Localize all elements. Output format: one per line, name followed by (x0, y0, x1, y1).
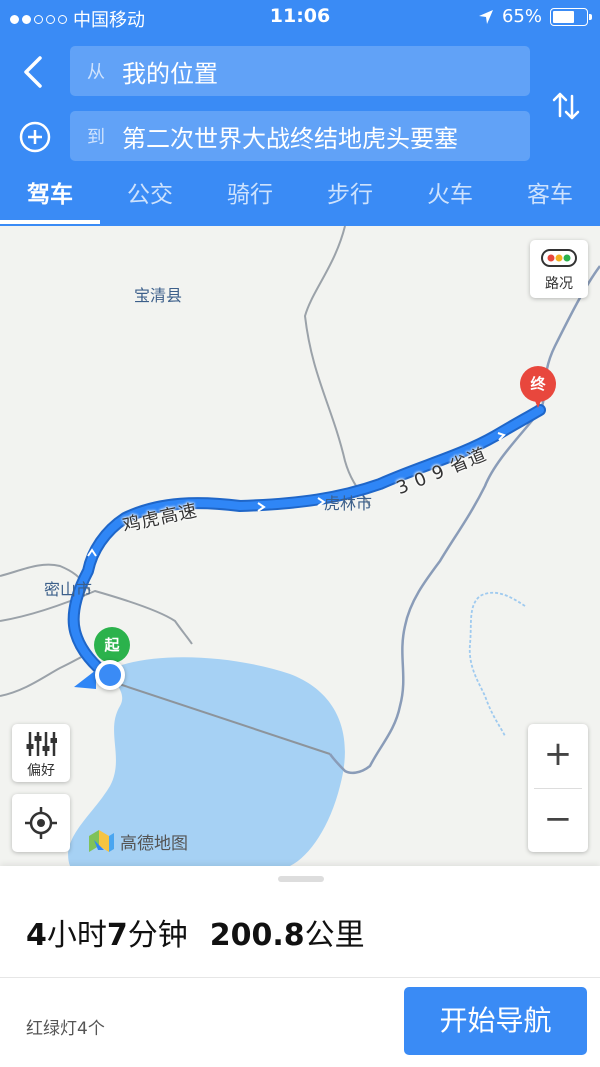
distance-unit: 公里 (304, 918, 365, 953)
tributary (468, 591, 526, 737)
battery-percent: 65% (501, 6, 542, 27)
border-river (328, 265, 600, 775)
tab-train[interactable]: 火车 (400, 170, 500, 226)
distance-value: 200.8 (209, 918, 305, 953)
preferences-label: 偏好 (27, 763, 55, 779)
traffic-lights-count: 红绿灯4个 (26, 1019, 105, 1039)
sliders-icon (26, 732, 57, 756)
tab-walk[interactable]: 步行 (300, 170, 400, 226)
tab-bus[interactable]: 公交 (100, 170, 200, 226)
zoom-out-button[interactable]: − (528, 789, 588, 853)
add-waypoint-icon[interactable] (18, 120, 52, 154)
origin-prefix: 从 (87, 62, 105, 83)
end-marker[interactable]: 终 (520, 366, 556, 410)
battery-icon (550, 7, 592, 26)
destination-field[interactable]: 到 第二次世界大战终结地虎头要塞 (70, 111, 530, 161)
battery-level (553, 10, 574, 23)
location-arrow-icon (478, 9, 493, 24)
origin-value: 我的位置 (122, 59, 218, 88)
transport-tabs: 驾车 公交 骑行 步行 火车 客车 (0, 170, 600, 226)
sheet-drag-handle[interactable] (278, 876, 324, 882)
sheet-divider (0, 977, 600, 978)
origin-field[interactable]: 从 我的位置 (70, 46, 530, 96)
current-location-dot (95, 660, 125, 690)
duration-minutes: 7 (106, 918, 128, 953)
status-right: 65% (478, 6, 592, 27)
traffic-label: 路况 (545, 276, 573, 292)
swap-icon[interactable] (546, 86, 586, 126)
crosshair-icon (25, 807, 57, 839)
locate-button[interactable] (12, 794, 70, 852)
place-label-mishan: 密山市 (44, 580, 93, 599)
map-logo-text: 高德地图 (120, 833, 188, 854)
zoom-controls: + − (528, 724, 588, 852)
end-marker-label: 终 (520, 366, 556, 402)
tab-drive[interactable]: 驾车 (0, 170, 100, 226)
zoom-in-button[interactable]: + (528, 724, 588, 788)
map-base (0, 226, 600, 866)
amap-logo-icon (89, 830, 114, 852)
map-logo: 高德地图 (86, 826, 188, 856)
route-header: 中国移动 11:06 65% 从 我的位置 到 第二次世界大战终结地虎头要塞 驾… (0, 0, 600, 226)
preferences-button[interactable]: 偏好 (12, 724, 70, 782)
destination-value: 第二次世界大战终结地虎头要塞 (122, 124, 458, 153)
duration-hours-unit: 小时 (46, 918, 107, 953)
destination-prefix: 到 (87, 127, 105, 148)
road-line (0, 653, 89, 697)
road-line (303, 226, 371, 507)
duration-minutes-unit: 分钟 (127, 918, 188, 953)
duration-hours: 4 (26, 918, 47, 953)
back-arrow-icon[interactable] (14, 52, 54, 92)
traffic-light-icon (541, 249, 577, 267)
map-view[interactable]: 宝清县 密山市 虎林市 鸡虎高速 3 0 9 省道 起 终 路况 偏好 + − … (0, 226, 600, 866)
heading-arrow (74, 670, 96, 689)
route-summary-sheet: 4小时7分钟 200.8公里 红绿灯4个 开始导航 (0, 866, 600, 1067)
start-navigation-button[interactable]: 开始导航 (404, 987, 587, 1055)
start-marker-label: 起 (94, 627, 130, 663)
place-label-baoqing: 宝清县 (134, 286, 183, 305)
traffic-button[interactable]: 路况 (530, 240, 588, 298)
place-label-hulin: 虎林市 (324, 494, 373, 513)
tab-bike[interactable]: 骑行 (200, 170, 300, 226)
tab-coach[interactable]: 客车 (500, 170, 600, 226)
route-summary[interactable]: 4小时7分钟 200.8公里 (26, 910, 365, 954)
status-bar: 中国移动 11:06 65% (0, 0, 600, 34)
